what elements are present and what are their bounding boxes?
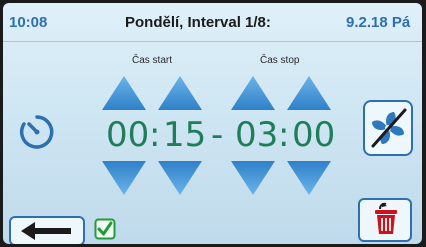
- delete-interval-button[interactable]: [358, 198, 412, 242]
- clock-time: 10:08: [9, 14, 48, 31]
- start-minute-value: 15: [163, 115, 207, 155]
- stop-minute-up-arrow[interactable]: [285, 74, 333, 112]
- start-time-label: Čas start: [132, 55, 173, 66]
- enable-checkbox[interactable]: [94, 218, 116, 240]
- start-hour-down-arrow[interactable]: [100, 159, 148, 197]
- page-title: Pondělí, Interval 1/8:: [125, 14, 271, 31]
- header-bar: 10:08 Pondělí, Interval 1/8: 9.2.18 Pá: [3, 3, 422, 42]
- stop-hour-value: 03: [235, 115, 279, 155]
- interval-separator: -: [211, 115, 224, 155]
- start-colon: :: [149, 115, 161, 155]
- current-date: 9.2.18 Pá: [346, 14, 411, 31]
- stop-hour-up-arrow[interactable]: [229, 74, 277, 112]
- back-arrow-icon: [21, 222, 71, 240]
- checkbox-checked-icon: [94, 218, 116, 240]
- thermostat-screen: 10:08 Pondělí, Interval 1/8: 9.2.18 Pá Č…: [3, 3, 422, 244]
- trash-icon: [375, 202, 397, 234]
- start-minute-down-arrow[interactable]: [156, 159, 204, 197]
- stopwatch-icon: [15, 109, 59, 153]
- fan-toggle-button[interactable]: [363, 100, 413, 156]
- stop-minute-down-arrow[interactable]: [285, 159, 333, 197]
- start-minute-up-arrow[interactable]: [156, 74, 204, 112]
- stop-minute-value: 00: [292, 115, 336, 155]
- fan-off-icon: [371, 108, 407, 148]
- stop-colon: :: [278, 115, 290, 155]
- start-hour-up-arrow[interactable]: [100, 74, 148, 112]
- start-hour-value: 00: [106, 115, 150, 155]
- back-button[interactable]: [9, 216, 85, 244]
- stop-time-label: Čas stop: [260, 55, 300, 66]
- stop-hour-down-arrow[interactable]: [229, 159, 277, 197]
